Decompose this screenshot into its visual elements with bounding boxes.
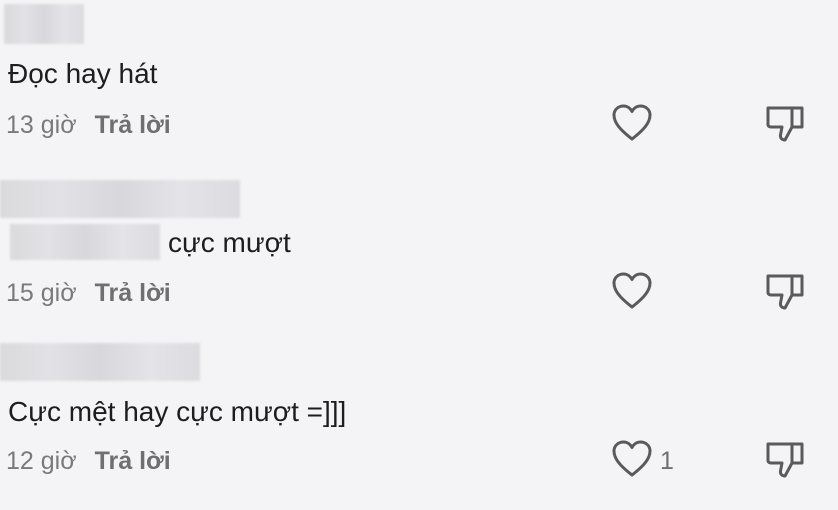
heart-outline-icon	[612, 104, 652, 141]
username-redacted	[0, 180, 240, 218]
comment-meta: 13 giờ Trả lời	[6, 111, 171, 140]
comment-time: 15 giờ	[6, 279, 77, 307]
comment-text: Đọc hay hát	[8, 58, 158, 89]
username-redacted	[0, 343, 200, 381]
reply-button[interactable]: Trả lời	[95, 447, 171, 475]
dislike-button[interactable]	[764, 439, 806, 479]
thumbs-down-outline-icon	[766, 106, 804, 142]
comment-text: Cực mệt hay cực mượt =]]]	[8, 396, 347, 427]
redacted-text	[10, 224, 160, 260]
dislike-button[interactable]	[764, 103, 806, 143]
comment-text: cực mượt	[168, 227, 291, 258]
reply-button[interactable]: Trả lời	[95, 111, 171, 139]
dislike-button[interactable]	[764, 271, 806, 311]
heart-outline-icon	[612, 440, 652, 477]
thumbs-down-outline-icon	[766, 274, 804, 310]
comment-meta: 12 giờ Trả lời	[6, 447, 171, 476]
like-button[interactable]	[611, 271, 653, 311]
comment-time: 12 giờ	[6, 447, 77, 475]
comment-meta: 15 giờ Trả lời	[6, 279, 171, 308]
comment-time: 13 giờ	[6, 111, 77, 139]
like-button[interactable]	[611, 103, 653, 143]
thumbs-down-outline-icon	[766, 442, 804, 478]
like-count: 1	[660, 447, 674, 475]
username-redacted	[4, 4, 84, 44]
reply-button[interactable]: Trả lời	[95, 279, 171, 307]
like-button[interactable]	[611, 439, 653, 479]
heart-outline-icon	[612, 272, 652, 309]
